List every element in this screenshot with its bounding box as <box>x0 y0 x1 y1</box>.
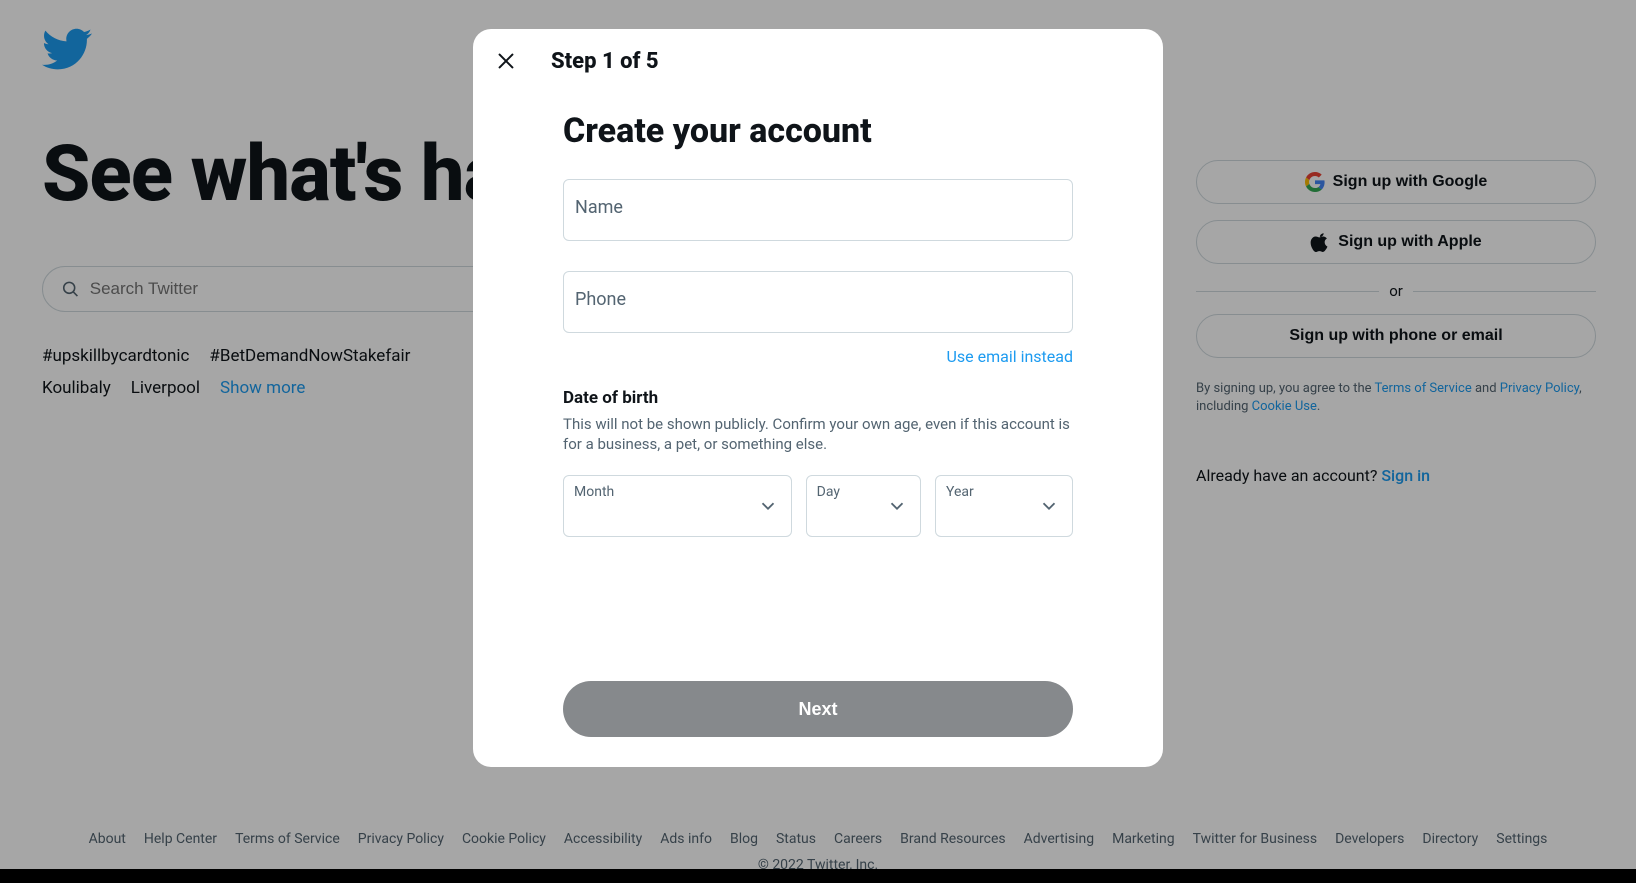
close-icon <box>495 50 517 72</box>
month-select-wrap: Month <box>563 475 792 537</box>
name-input[interactable] <box>563 179 1073 241</box>
name-field-wrap: Name <box>563 179 1073 241</box>
day-select-wrap: Day <box>806 475 921 537</box>
month-label: Month <box>574 484 614 500</box>
dob-heading: Date of birth <box>563 388 1073 408</box>
use-email-instead-link[interactable]: Use email instead <box>563 347 1073 366</box>
dob-description: This will not be shown publicly. Confirm… <box>563 414 1073 455</box>
year-label: Year <box>946 484 974 500</box>
phone-input[interactable] <box>563 271 1073 333</box>
phone-field-wrap: Phone <box>563 271 1073 333</box>
signup-modal: Step 1 of 5 Create your account Name Pho… <box>473 29 1163 767</box>
close-button[interactable] <box>489 44 523 78</box>
next-button[interactable]: Next <box>563 681 1073 737</box>
year-select-wrap: Year <box>935 475 1073 537</box>
bottom-bar <box>0 869 1636 883</box>
step-label: Step 1 of 5 <box>551 49 659 74</box>
day-label: Day <box>817 484 840 500</box>
modal-title: Create your account <box>563 111 1073 151</box>
